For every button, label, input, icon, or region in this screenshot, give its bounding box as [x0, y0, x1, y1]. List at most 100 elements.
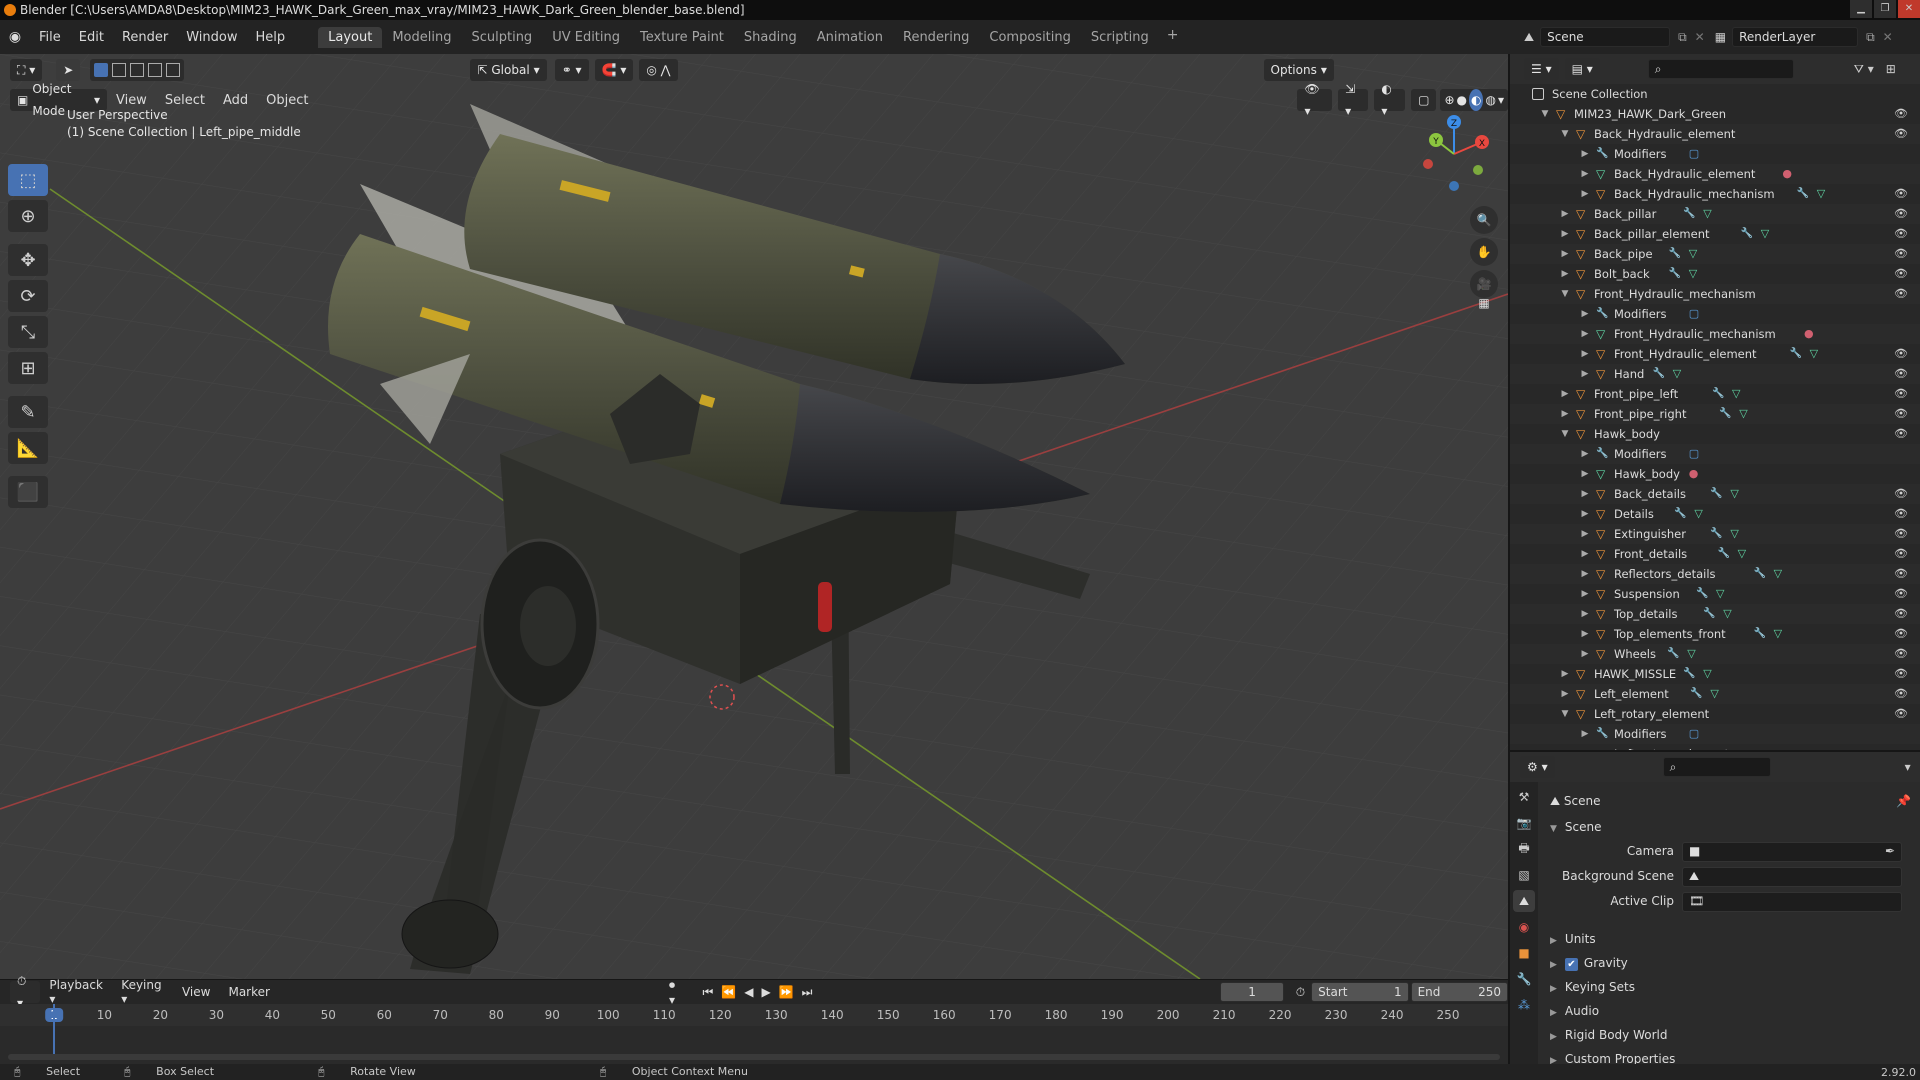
start-frame-field[interactable]: Start 1	[1311, 982, 1409, 1002]
section-expand-icon[interactable]: ▶	[1550, 936, 1557, 946]
pan-view-icon[interactable]: ✋	[1470, 238, 1498, 266]
render-layer-field[interactable]: RenderLayer	[1732, 27, 1859, 47]
modifier-icon[interactable]: 🔧	[1696, 584, 1708, 604]
collapse-arrow-icon[interactable]: ▼	[1560, 424, 1570, 444]
mesh-data-icon[interactable]: ▽	[1716, 584, 1724, 604]
delete-layer-icon[interactable]: ✕	[1883, 30, 1893, 44]
outliner-row[interactable]: ▶ ▽ Front_pipe_right 🔧 ▽ 👁	[1510, 404, 1920, 424]
tab-shading[interactable]: Shading	[734, 27, 807, 48]
timeline-scrollbar[interactable]	[8, 1054, 1500, 1060]
property-section-header[interactable]: ▶ Keying Sets	[1550, 980, 1635, 994]
modifier-icon[interactable]: 🔧	[1741, 224, 1753, 244]
tab-uv-editing[interactable]: UV Editing	[542, 27, 630, 48]
mesh-data-icon[interactable]: ▽	[1730, 484, 1738, 504]
tab-animation[interactable]: Animation	[807, 27, 893, 48]
expand-arrow-icon[interactable]: ▶	[1560, 204, 1570, 224]
preview-range-icon[interactable]: ⏱	[1296, 985, 1305, 1000]
gizmo-toggle[interactable]: ⇲ ▾	[1338, 82, 1369, 118]
transform-tool-icon[interactable]: ⊞	[8, 352, 48, 384]
visibility-eye-icon[interactable]: 👁	[1894, 584, 1908, 604]
visibility-eye-icon[interactable]: 👁	[1894, 224, 1908, 244]
mesh-data-icon[interactable]: ▽	[1689, 264, 1697, 284]
mesh-data-icon[interactable]: ▽	[1703, 204, 1711, 224]
menu-object[interactable]: Object	[257, 93, 317, 108]
section-expand-icon[interactable]: ▶	[1550, 1008, 1557, 1018]
modifier-icon[interactable]: 🔧	[1712, 384, 1724, 404]
next-keyframe-icon[interactable]: ⏩	[779, 985, 794, 999]
outliner-row[interactable]: ▶ 🔧 Modifiers ▢	[1510, 144, 1920, 164]
visibility-eye-icon[interactable]: 👁	[1894, 344, 1908, 364]
modifier-icon[interactable]: 🔧	[1710, 524, 1722, 544]
cursor-tool-icon[interactable]: ⊕	[8, 200, 48, 232]
mesh-data-icon[interactable]: ▽	[1810, 344, 1818, 364]
solid-shading-icon[interactable]: ●	[1457, 89, 1467, 111]
rotate-tool-icon[interactable]: ⟳	[8, 280, 48, 312]
visibility-eye-icon[interactable]: 👁	[1894, 564, 1908, 584]
expand-arrow-icon[interactable]: ▶	[1580, 344, 1590, 364]
scene-panel-header[interactable]: ▼ Scene	[1550, 820, 1602, 834]
modifier-icon[interactable]: 🔧	[1797, 184, 1809, 204]
property-section-header[interactable]: ▶ ✔ Gravity	[1550, 956, 1628, 971]
expand-arrow-icon[interactable]: ▶	[1560, 224, 1570, 244]
world-tab-icon[interactable]: ◉	[1513, 916, 1535, 938]
mesh-data-icon[interactable]: ▽	[1732, 384, 1740, 404]
modifier-icon[interactable]: 🔧	[1718, 544, 1730, 564]
menu-select[interactable]: Select	[156, 93, 214, 108]
expand-arrow-icon[interactable]: ▶	[1580, 464, 1590, 484]
expand-arrow-icon[interactable]: ▶	[1560, 664, 1570, 684]
mesh-data-icon[interactable]: ▽	[1723, 604, 1731, 624]
active-clip-field[interactable]: 🎞	[1682, 892, 1902, 912]
pin-icon[interactable]: 📌	[1896, 794, 1911, 808]
visibility-eye-icon[interactable]: 👁	[1894, 704, 1908, 724]
outliner-row[interactable]: ▼ ▽ Front_Hydraulic_mechanism 👁	[1510, 284, 1920, 304]
filter-icon[interactable]: ⛛ ▾	[1854, 62, 1874, 77]
tab-modeling[interactable]: Modeling	[382, 27, 461, 48]
material-shading-icon[interactable]: ◐	[1469, 89, 1484, 111]
visibility-eye-icon[interactable]: 👁	[1894, 624, 1908, 644]
expand-arrow-icon[interactable]: ▶	[1580, 524, 1590, 544]
outliner-row[interactable]: ▶ ▽ HAWK_MISSLE 🔧 ▽ 👁	[1510, 664, 1920, 684]
display-mode-dropdown[interactable]: ▤ ▾	[1564, 58, 1600, 80]
move-tool-icon[interactable]: ✥	[8, 244, 48, 276]
select-extend-icon[interactable]	[112, 63, 127, 77]
mesh-data-icon[interactable]: ▽	[1673, 364, 1681, 384]
expand-arrow-icon[interactable]: ▶	[1580, 624, 1590, 644]
visibility-eye-icon[interactable]: 👁	[1894, 524, 1908, 544]
menu-keying[interactable]: Keying ▾	[112, 978, 173, 1006]
expand-arrow-icon[interactable]: ▶	[1580, 324, 1590, 344]
material-icon[interactable]: ●	[1804, 324, 1814, 344]
tab-rendering[interactable]: Rendering	[893, 27, 979, 48]
shading-mode-buttons[interactable]: ⊕ ● ◐ ◍ ▾	[1440, 89, 1508, 111]
outliner-row[interactable]: ▶ ▽ Front_Hydraulic_mechanism ●	[1510, 324, 1920, 344]
play-icon[interactable]: ▶	[761, 985, 770, 999]
section-expand-icon[interactable]: ▶	[1550, 960, 1557, 970]
outliner-row[interactable]: ▶ ▽ Bolt_back 🔧 ▽ 👁	[1510, 264, 1920, 284]
properties-search-input[interactable]: ⌕	[1662, 757, 1771, 777]
pivot-point-dropdown[interactable]: ⚭ ▾	[554, 59, 589, 81]
menu-timeline-view[interactable]: View	[173, 985, 219, 999]
prev-keyframe-icon[interactable]: ⏪	[721, 985, 736, 999]
modifier-stack-icon[interactable]: ▢	[1689, 304, 1699, 324]
tab-texture-paint[interactable]: Texture Paint	[630, 27, 734, 48]
transform-orientation-dropdown[interactable]: ⇱ Global ▾	[470, 59, 547, 81]
select-invert-icon[interactable]	[148, 63, 163, 77]
expand-arrow-icon[interactable]: ▶	[1580, 164, 1590, 184]
timeline-editor-type[interactable]: ⏱ ▾	[10, 974, 41, 1010]
outliner-row[interactable]: ▶ ▽ Back_pipe 🔧 ▽ 👁	[1510, 244, 1920, 264]
outliner-row[interactable]: ▶ ▽ Reflectors_details 🔧 ▽ 👁	[1510, 564, 1920, 584]
view-layer-tab-icon[interactable]: ▧	[1513, 864, 1535, 886]
outliner-row[interactable]: ▶ ▽ Details 🔧 ▽ 👁	[1510, 504, 1920, 524]
select-intersect-icon[interactable]	[166, 63, 181, 77]
property-section-header[interactable]: ▶ Rigid Body World	[1550, 1028, 1667, 1042]
minimize-button[interactable]: ▁	[1850, 0, 1872, 18]
maximize-button[interactable]: ❐	[1874, 0, 1896, 18]
frame-ruler[interactable]: 1102030405060708090100110120130140150160…	[0, 1004, 1508, 1026]
playhead[interactable]	[53, 1004, 55, 1060]
properties-options-icon[interactable]: ▾	[1905, 760, 1911, 774]
scale-tool-icon[interactable]: ⤡	[8, 316, 48, 348]
selection-mode-buttons[interactable]	[90, 59, 185, 81]
menu-edit[interactable]: Edit	[70, 30, 113, 45]
material-icon[interactable]: ●	[1689, 464, 1699, 484]
add-cube-tool-icon[interactable]: ⬛	[8, 476, 48, 508]
modifier-icon[interactable]: 🔧	[1683, 664, 1695, 684]
